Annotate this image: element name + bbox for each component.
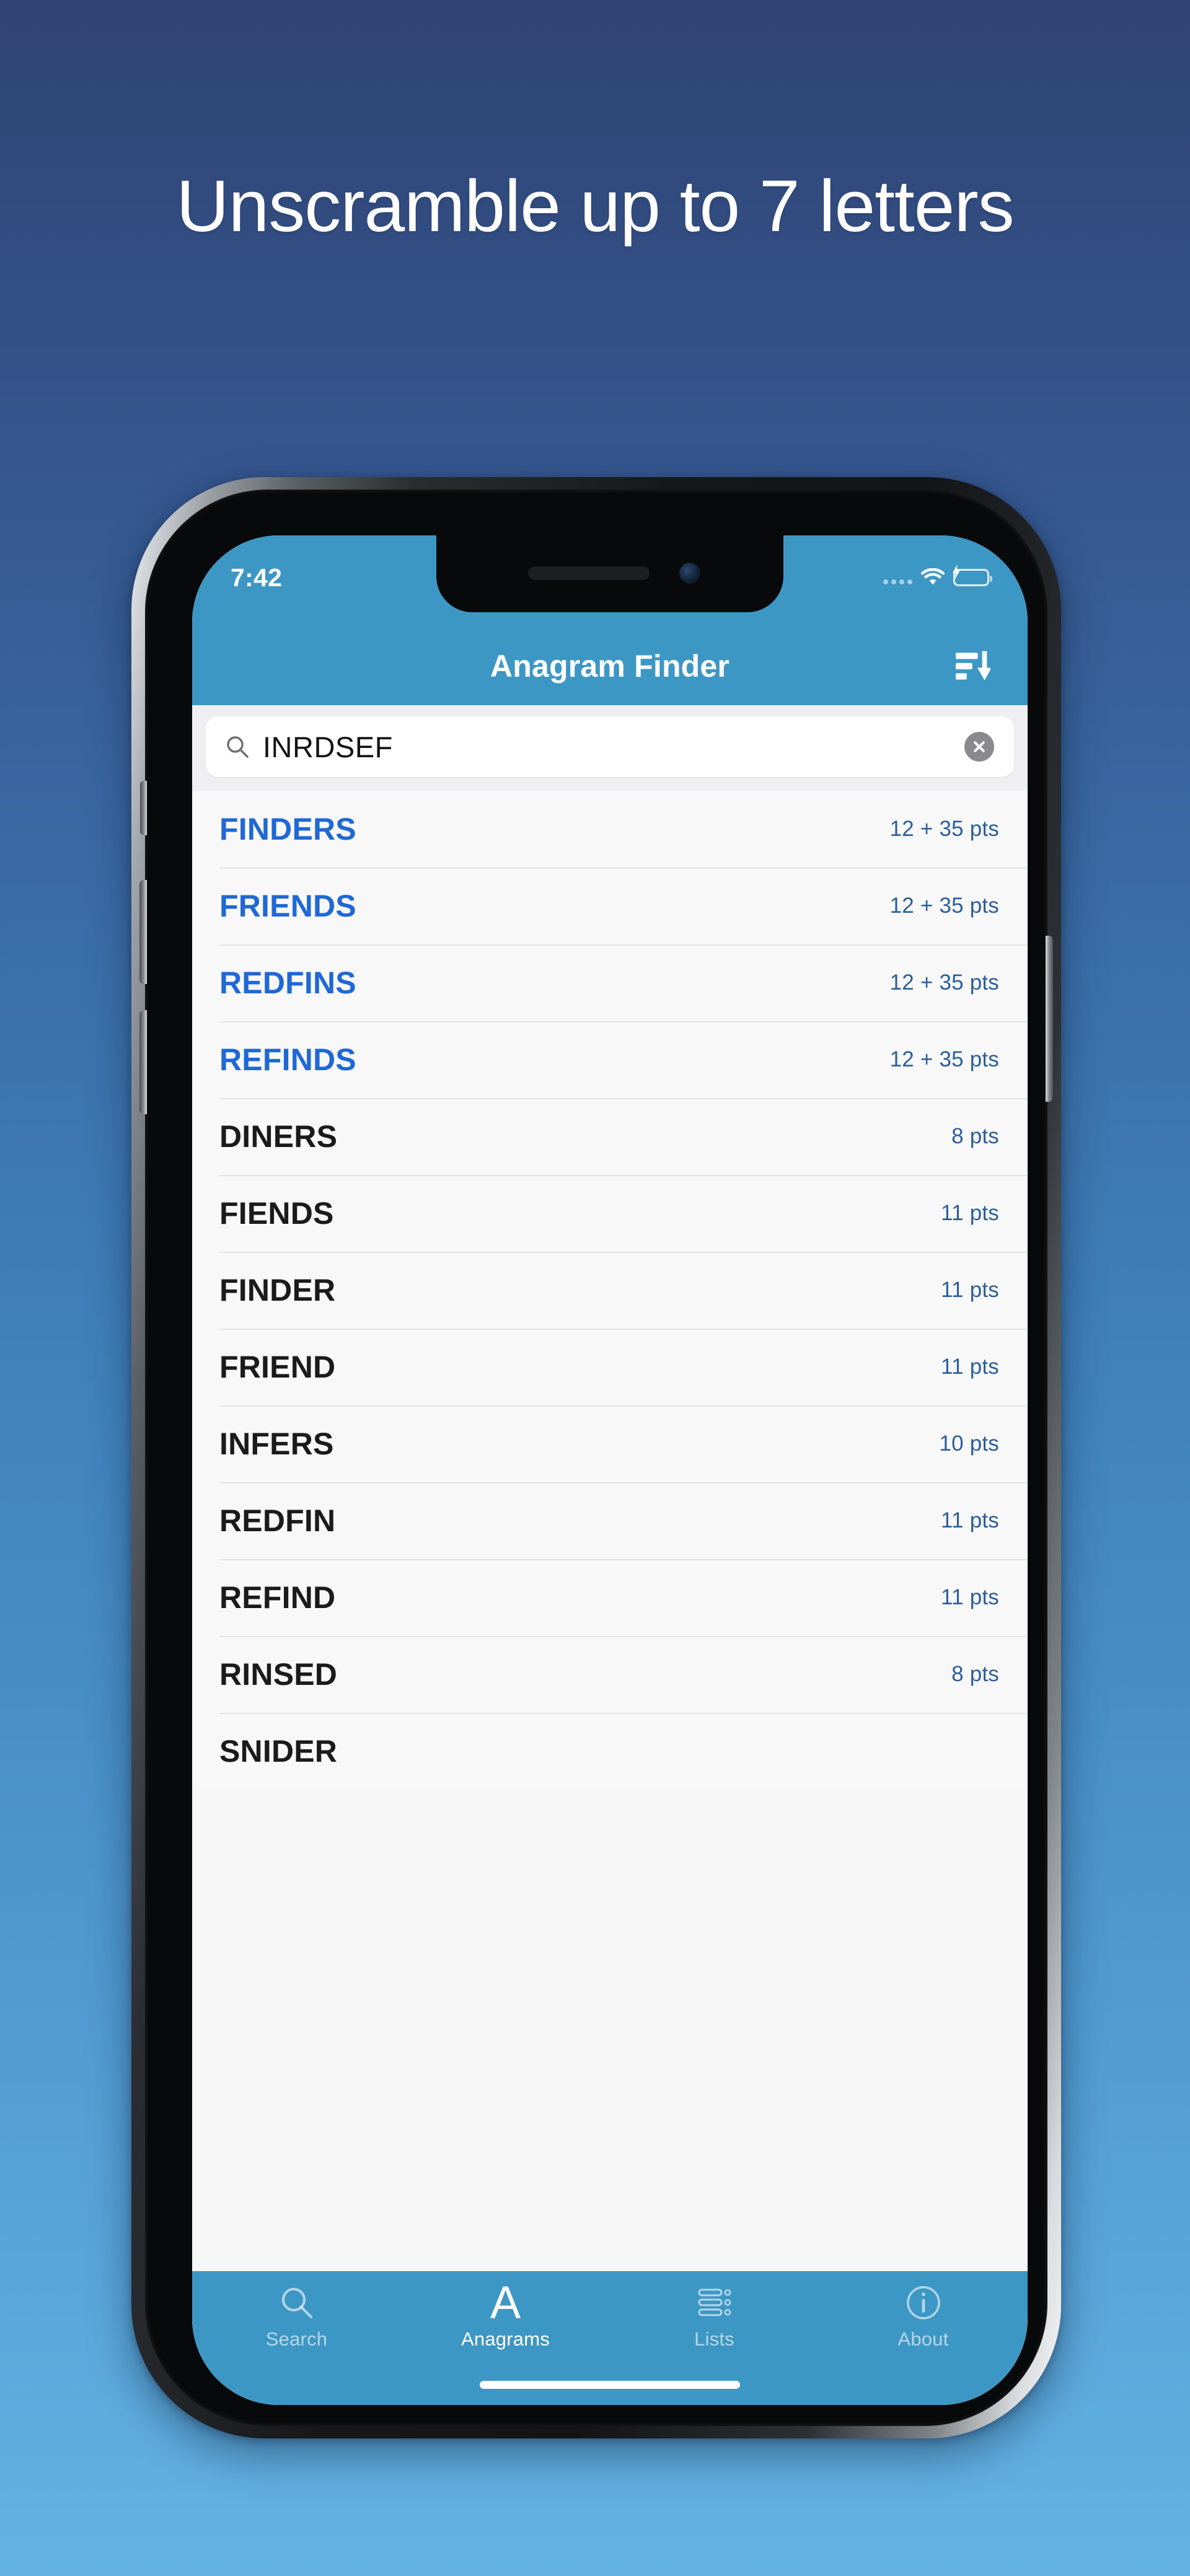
tab-label: Anagrams <box>461 2328 550 2350</box>
tab-search[interactable]: Search <box>192 2282 401 2350</box>
result-row[interactable]: REDFIN 11 pts <box>192 1482 1028 1559</box>
result-word: REDFINS <box>219 965 356 1000</box>
device-notch <box>436 535 783 612</box>
result-score: 11 pts <box>941 1355 999 1379</box>
search-input[interactable]: INRDSEF <box>263 730 964 764</box>
tab-label: About <box>897 2328 949 2350</box>
status-bar-time: 7:42 <box>231 563 283 592</box>
result-word: DINERS <box>219 1119 338 1154</box>
result-word: RINSED <box>219 1657 338 1692</box>
front-camera <box>679 563 700 584</box>
phone-screen: 7:42 Anagram Finder INRDSEF FINDERS 12 +… <box>192 535 1028 2405</box>
result-score: 12 + 35 pts <box>889 970 999 995</box>
result-word: FINDERS <box>219 812 356 846</box>
result-word: FRIENDS <box>219 889 356 923</box>
clear-circle-icon[interactable] <box>964 732 994 762</box>
result-score: 12 + 35 pts <box>889 817 999 841</box>
tab-about[interactable]: About <box>819 2282 1028 2350</box>
nav-title-row: Anagram Finder <box>192 627 1028 705</box>
phone-device-frame: 7:42 Anagram Finder INRDSEF FINDERS 12 +… <box>131 477 1061 2438</box>
result-word: REDFIN <box>219 1503 336 1538</box>
tab-lists[interactable]: Lists <box>610 2282 819 2350</box>
volume-down-button[interactable] <box>139 1010 147 1114</box>
result-score: 11 pts <box>941 1201 999 1225</box>
list-icon <box>697 2282 733 2323</box>
result-word: REFIND <box>219 1580 336 1615</box>
letter-a-icon: A <box>490 2277 521 2329</box>
tab-bar: Search A Anagrams Lists About <box>192 2271 1028 2405</box>
earpiece-speaker <box>528 566 650 580</box>
result-row[interactable]: FRIEND 11 pts <box>192 1329 1028 1405</box>
result-row[interactable]: FRIENDS 12 + 35 pts <box>192 868 1028 944</box>
signal-dots-icon <box>883 571 912 584</box>
result-row[interactable]: FINDERS 12 + 35 pts <box>192 791 1028 868</box>
search-icon <box>280 2282 314 2323</box>
wifi-icon <box>920 568 945 587</box>
result-row[interactable]: RINSED 8 pts <box>192 1636 1028 1713</box>
tab-label: Search <box>265 2328 328 2350</box>
result-word: SNIDER <box>219 1734 338 1769</box>
page-title: Anagram Finder <box>490 649 730 684</box>
results-list[interactable]: FINDERS 12 + 35 pts FRIENDS 12 + 35 pts REDF… <box>192 791 1028 2405</box>
search-bar-container: INRDSEF <box>192 705 1028 791</box>
promo-headline: Unscramble up to 7 letters <box>176 165 1014 247</box>
status-bar-indicators <box>883 565 992 587</box>
power-button[interactable] <box>1046 936 1053 1102</box>
mute-switch[interactable] <box>140 781 147 835</box>
result-score: 12 + 35 pts <box>889 1047 999 1071</box>
info-icon <box>906 2282 941 2323</box>
result-word: FIENDS <box>219 1196 334 1231</box>
result-row[interactable]: FINDER 11 pts <box>192 1252 1028 1329</box>
result-row[interactable]: REFIND 11 pts <box>192 1559 1028 1636</box>
promo-screenshot: Unscramble up to 7 letters 7:42 Anagram … <box>0 0 1190 2576</box>
result-score: 8 pts <box>951 1124 999 1148</box>
tab-anagrams[interactable]: A Anagrams <box>401 2277 610 2350</box>
result-word: FINDER <box>219 1273 336 1308</box>
result-row[interactable]: REDFINS 12 + 35 pts <box>192 944 1028 1021</box>
result-word: FRIEND <box>219 1350 336 1384</box>
result-row[interactable]: SNIDER <box>192 1713 1028 1790</box>
result-score: 10 pts <box>939 1431 999 1456</box>
phone-bezel: 7:42 Anagram Finder INRDSEF FINDERS 12 +… <box>139 490 1053 2426</box>
sort-descending-icon[interactable] <box>951 646 995 687</box>
result-score: 12 + 35 pts <box>889 894 999 918</box>
result-score: 8 pts <box>951 1662 999 1686</box>
result-score: 11 pts <box>941 1508 999 1532</box>
result-row[interactable]: DINERS 8 pts <box>192 1098 1028 1175</box>
battery-charging-icon <box>953 565 992 586</box>
result-word: INFERS <box>219 1426 334 1461</box>
tab-label: Lists <box>694 2328 734 2350</box>
result-row[interactable]: INFERS 10 pts <box>192 1405 1028 1482</box>
result-score: 11 pts <box>941 1585 999 1609</box>
result-row[interactable]: REFINDS 12 + 35 pts <box>192 1021 1028 1098</box>
search-field[interactable]: INRDSEF <box>206 716 1014 777</box>
result-score: 11 pts <box>941 1278 999 1302</box>
search-icon <box>226 735 249 758</box>
home-indicator[interactable] <box>480 2381 740 2389</box>
result-row[interactable]: FIENDS 11 pts <box>192 1175 1028 1252</box>
result-word: REFINDS <box>219 1042 356 1077</box>
volume-up-button[interactable] <box>139 880 147 984</box>
